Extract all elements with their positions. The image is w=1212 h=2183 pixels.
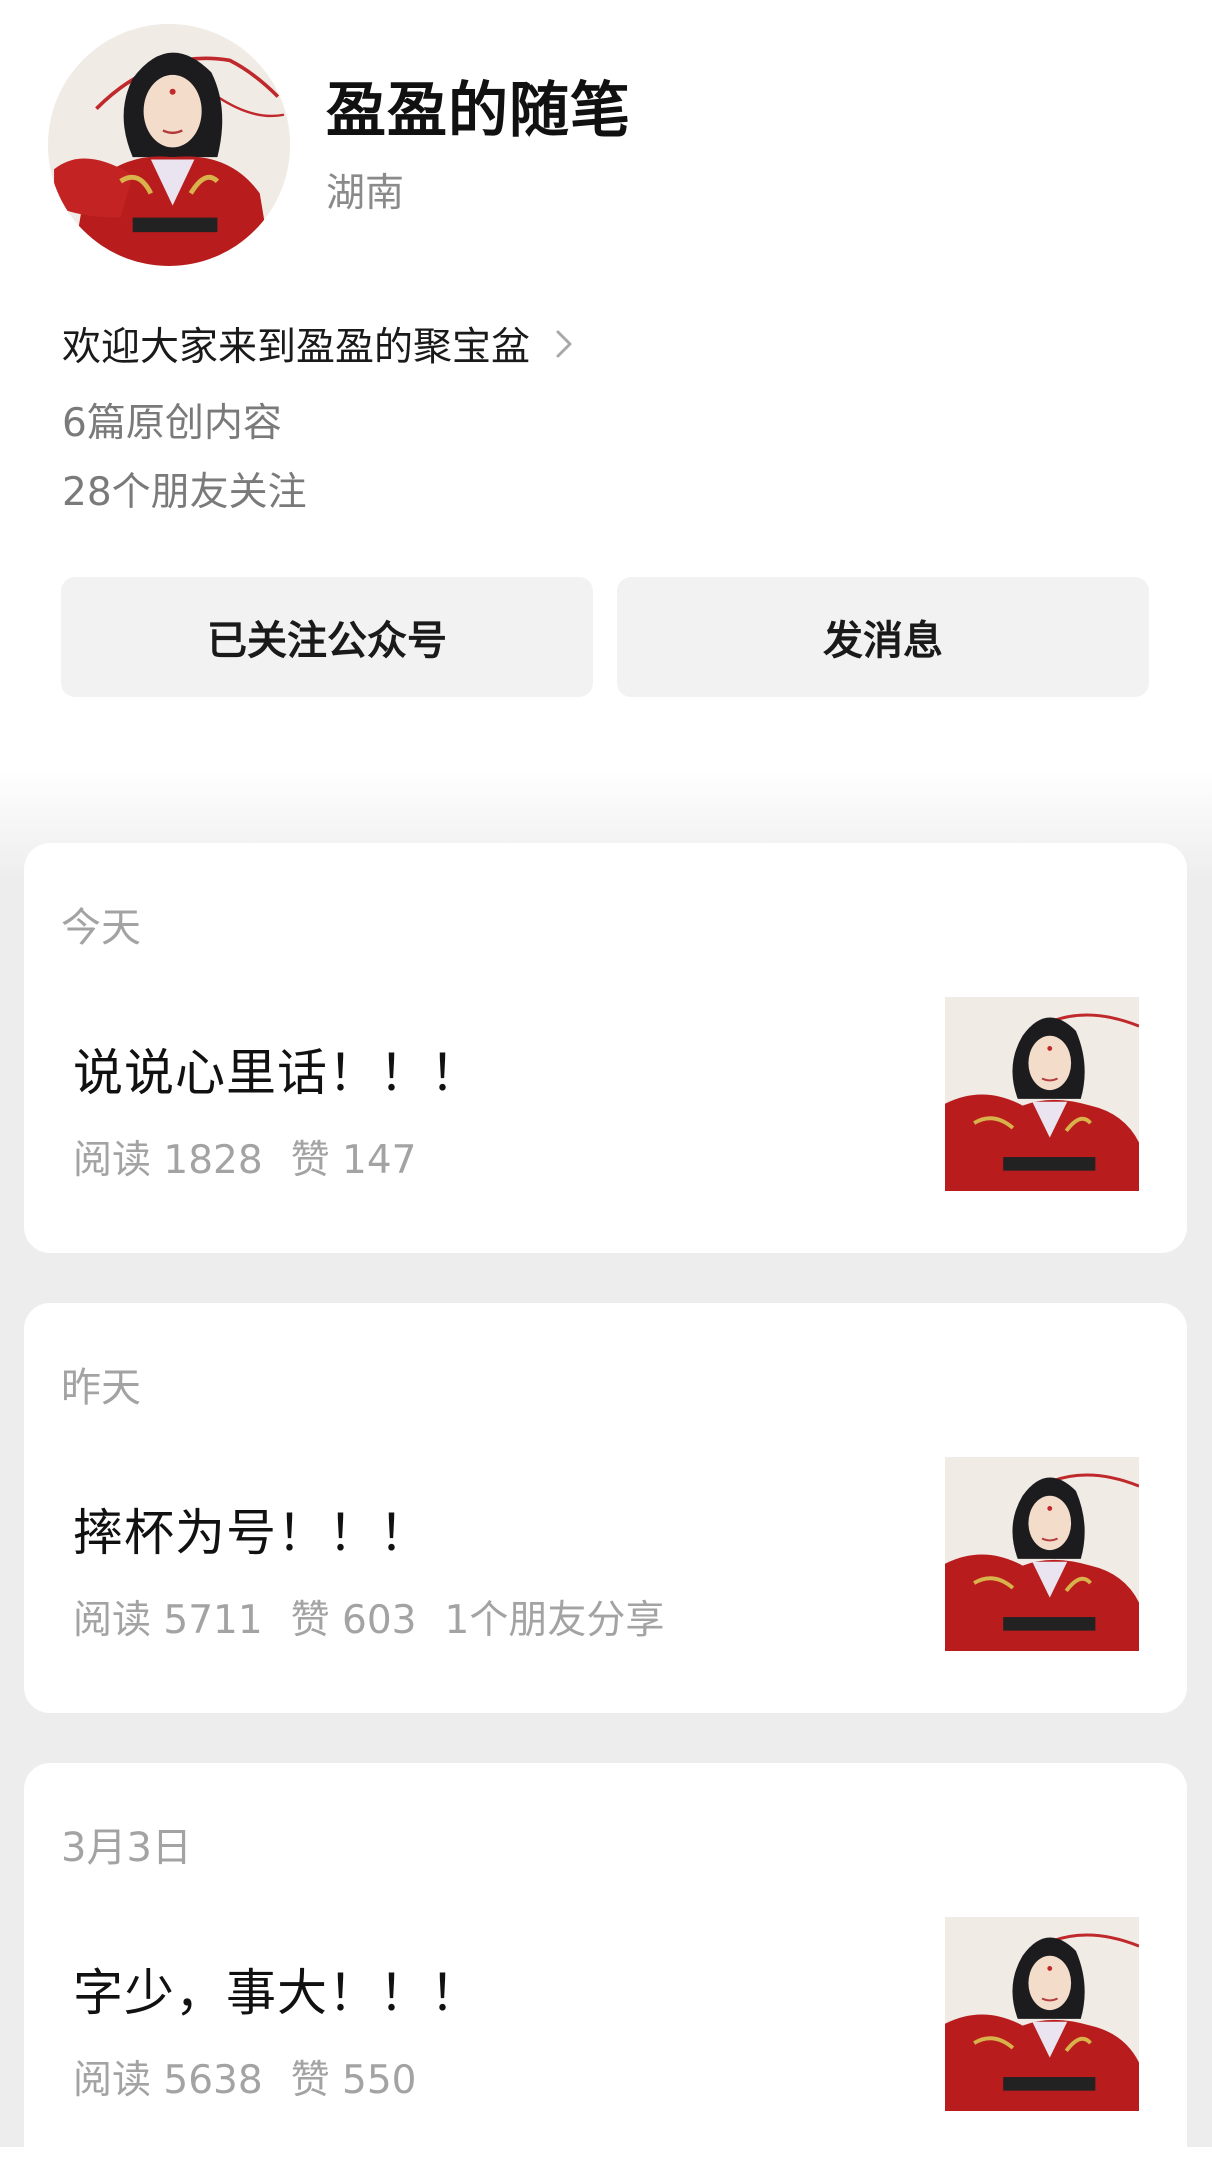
article-thumbnail[interactable] [945,1917,1139,2111]
article-title[interactable]: 字少，事大！！！ [73,1953,481,2025]
article-reads: 阅读 5638 [73,2058,263,2103]
article-thumbnail[interactable] [945,997,1139,1191]
woman-in-red-hanfu-thumbnail-icon [945,1457,1139,1651]
article-date: 今天 [61,905,141,951]
article-card[interactable]: 昨天 摔杯为号！！！ 阅读 5711 赞 603 1个朋友分享 [24,1303,1187,1713]
send-message-button[interactable]: 发消息 [617,577,1149,697]
article-stats: 阅读 5638 赞 550 [73,2049,417,2105]
article-likes: 赞 147 [290,1138,417,1183]
article-stats: 阅读 5711 赞 603 1个朋友分享 [73,1589,664,1645]
article-likes: 赞 550 [290,2058,417,2103]
account-name: 盈盈的随笔 [326,76,631,146]
friends-following-count: 28个朋友关注 [62,470,307,515]
article-card[interactable]: 3月3日 字少，事大！！！ 阅读 5638 赞 550 [24,1763,1187,2183]
article-reads: 阅读 5711 [73,1598,263,1643]
woman-in-red-hanfu-avatar-icon [48,24,290,266]
article-card[interactable]: 今天 说说心里话！！！ 阅读 1828 赞 147 [24,843,1187,1253]
article-date: 昨天 [61,1365,141,1411]
article-date: 3月3日 [61,1825,192,1871]
article-thumbnail[interactable] [945,1457,1139,1651]
article-reads: 阅读 1828 [73,1138,263,1183]
article-stats: 阅读 1828 赞 147 [73,1129,417,1185]
chevron-right-icon [556,330,572,358]
article-title[interactable]: 摔杯为号！！！ [73,1493,430,1565]
original-articles-count: 6篇原创内容 [62,401,282,446]
article-likes: 赞 603 [290,1598,417,1643]
account-location: 湖南 [326,171,405,216]
account-intro-text: 欢迎大家来到盈盈的聚宝盆 [62,325,531,370]
account-intro-link[interactable]: 欢迎大家来到盈盈的聚宝盆 [62,318,584,370]
woman-in-red-hanfu-thumbnail-icon [945,1917,1139,2111]
woman-in-red-hanfu-thumbnail-icon [945,997,1139,1191]
article-title[interactable]: 说说心里话！！！ [73,1033,481,1105]
followed-account-button[interactable]: 已关注公众号 [61,577,593,697]
article-shares: 1个朋友分享 [444,1598,665,1643]
account-avatar[interactable] [48,24,290,266]
